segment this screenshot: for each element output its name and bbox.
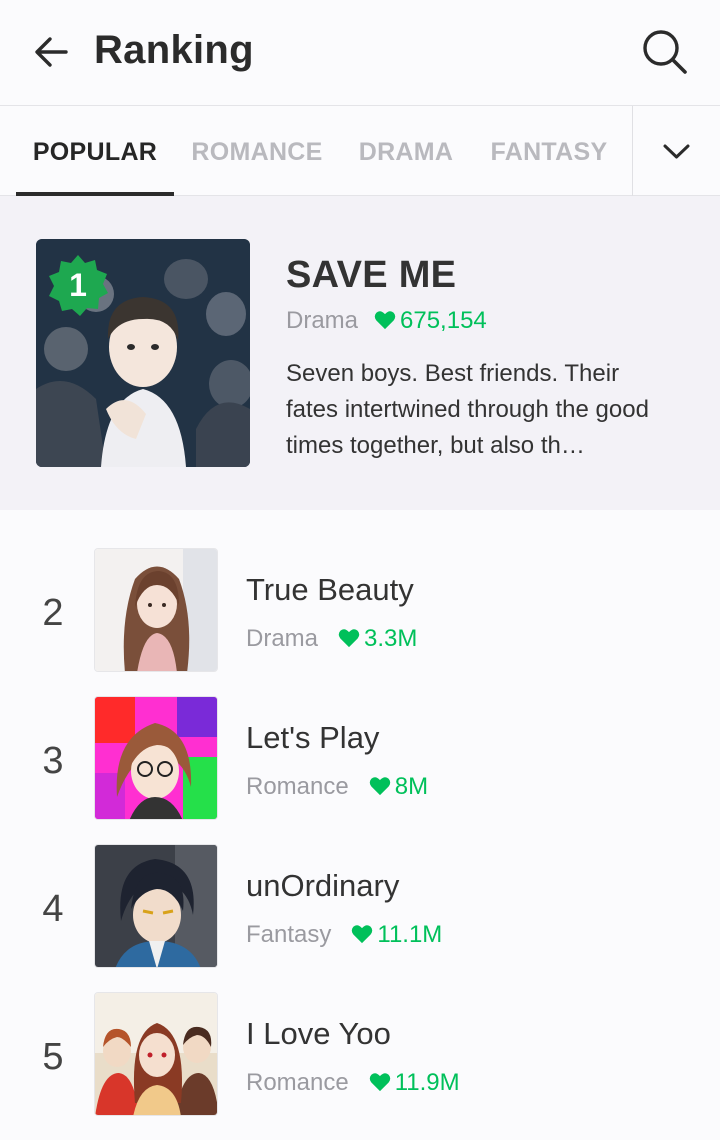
list-item[interactable]: 4 unOrdinary Fantasy 11.1M [0,844,720,992]
item-thumbnail [94,696,218,820]
item-thumbnail [94,548,218,672]
featured-likes-count: 675,154 [400,307,487,334]
list-item[interactable]: 5 I Love Yoo Romance 11.9M [0,992,720,1140]
item-genre: Fantasy [246,921,332,948]
featured-rank-number: 1 [69,267,87,303]
item-title: Let's Play [246,720,380,755]
featured-title: SAVE ME [286,254,457,296]
featured-likes: 675,154 [374,307,487,334]
featured-description: Seven boys. Best friends. Their fates in… [286,360,649,459]
back-button[interactable] [32,32,72,72]
item-likes-count: 11.9M [394,1069,460,1096]
heart-icon [352,925,373,944]
item-genre: Romance [246,1069,349,1096]
item-likes-count: 3.3M [364,625,418,652]
heart-icon [338,629,360,648]
arrow-left-icon [35,37,68,67]
app-header: Ranking [0,0,720,106]
heart-icon [369,777,390,796]
list-item[interactable]: 2 True Beauty Drama 3.3M [0,548,720,696]
item-likes-count: 8M [394,773,429,800]
item-title: unOrdinary [246,868,400,903]
item-thumbnail [94,992,218,1116]
featured-meta: Drama 675,154 [286,307,487,335]
tab-drama[interactable]: DRAMA [344,106,468,196]
featured-genre: Drama [286,307,359,334]
item-thumbnail [94,844,218,968]
tab-fantasy[interactable]: FANTASY [482,106,616,196]
tab-romance[interactable]: ROMANCE [184,106,330,196]
rank-number: 2 [42,592,64,634]
featured-thumbnail: 1 [36,239,250,467]
item-genre: Romance [246,773,349,800]
search-icon [643,30,687,74]
item-meta: Drama 3.3M [246,625,417,653]
item-title: I Love Yoo [246,1016,391,1051]
item-likes: 11.9M [369,1069,460,1096]
item-likes: 8M [369,773,428,800]
more-genres-button[interactable] [633,106,720,196]
search-button[interactable] [638,26,690,78]
list-item[interactable]: 3 Let's Play Romance 8M [0,696,720,844]
heart-icon [374,311,396,330]
chevron-down-icon [663,144,690,159]
item-meta: Romance 11.9M [246,1069,460,1097]
rank-number: 4 [42,888,64,930]
item-genre: Drama [246,625,319,652]
item-likes: 11.1M [351,921,442,948]
page-title: Ranking [94,28,254,72]
genre-tabs: POPULAR ROMANCE DRAMA FANTASY [0,106,720,196]
rank-number: 5 [42,1036,64,1078]
featured-rank-1[interactable]: 1 SAVE ME Drama 675,154 Seven boys. Best … [0,196,720,510]
tab-popular[interactable]: POPULAR [16,106,174,196]
item-meta: Romance 8M [246,773,428,801]
heart-icon [369,1073,390,1092]
item-meta: Fantasy 11.1M [246,921,442,949]
item-likes-count: 11.1M [377,921,443,948]
item-title: True Beauty [246,572,414,607]
rank-number: 3 [42,740,64,782]
item-likes: 3.3M [338,625,417,652]
